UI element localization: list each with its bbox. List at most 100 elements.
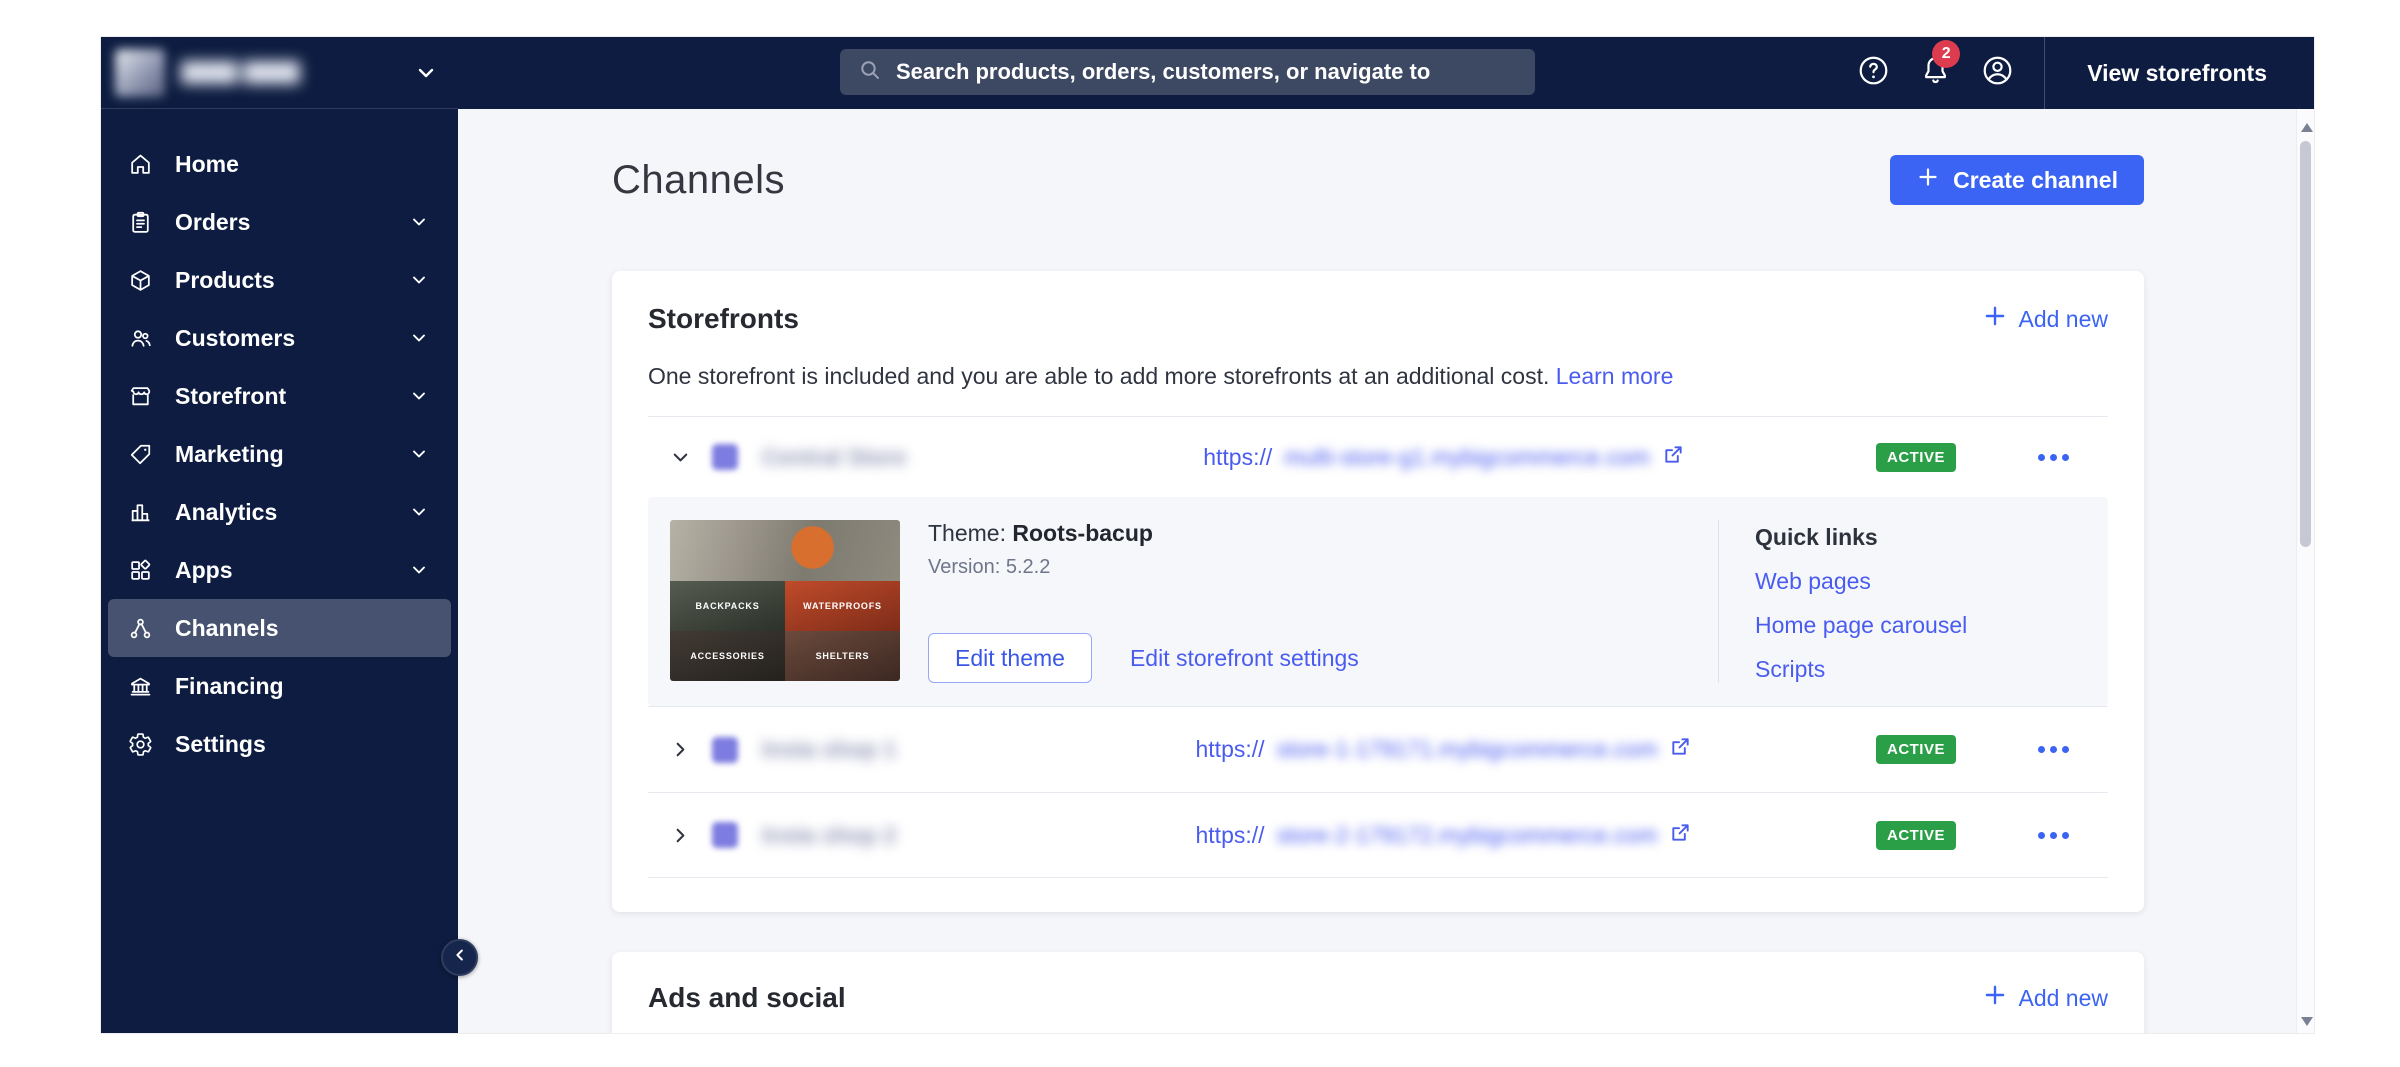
- scroll-up-arrow[interactable]: [2301, 123, 2313, 132]
- account-button[interactable]: [1966, 54, 2028, 92]
- settings-icon: [128, 732, 153, 757]
- status-badge: ACTIVE: [1876, 443, 1956, 472]
- add-new-storefront-button[interactable]: Add new: [1982, 303, 2108, 335]
- sidebar-item-storefront[interactable]: Storefront: [108, 367, 451, 425]
- sidebar-item-analytics[interactable]: Analytics: [108, 483, 451, 541]
- storefront-row: Insta shop 1 https://store-1-179171.mybi…: [648, 706, 2108, 792]
- storefront-name: Insta shop 2: [762, 822, 1054, 849]
- storefront-url-link[interactable]: https://multi-store-g1.mybigcommerce.com: [1054, 443, 1834, 472]
- storefront-name: Insta shop 1: [762, 736, 1054, 763]
- chevron-down-icon: [409, 212, 429, 232]
- sidebar-item-financing[interactable]: Financing: [108, 657, 451, 715]
- storefront-url-link[interactable]: https://store-2-179172.mybigcommerce.com: [1054, 821, 1834, 850]
- apps-icon: [128, 558, 153, 583]
- status-badge: ACTIVE: [1876, 735, 1956, 764]
- sidebar-item-marketing[interactable]: Marketing: [108, 425, 451, 483]
- storefront-row: Insta shop 2 https://store-2-179172.mybi…: [648, 792, 2108, 878]
- products-icon: [128, 268, 153, 293]
- sidebar-item-customers[interactable]: Customers: [108, 309, 451, 367]
- add-new-ads-button[interactable]: Add new: [1982, 982, 2108, 1014]
- external-link-icon: [1669, 821, 1692, 850]
- quick-link-home-page-carousel[interactable]: Home page carousel: [1755, 612, 2086, 639]
- sidebar-item-channels[interactable]: Channels: [108, 599, 451, 657]
- chevron-down-icon: [409, 328, 429, 348]
- scrollbar-thumb[interactable]: [2300, 141, 2311, 547]
- ads-and-social-title: Ads and social: [648, 982, 846, 1014]
- chevron-down-icon: [409, 560, 429, 580]
- chevron-down-icon: [414, 61, 438, 85]
- storefront-avatar: [712, 822, 738, 848]
- storefront-url-link[interactable]: https://store-1-179171.mybigcommerce.com: [1054, 735, 1834, 764]
- account-icon: [1981, 54, 2014, 92]
- view-storefronts-button[interactable]: View storefronts: [2045, 60, 2314, 87]
- chevron-left-icon: [451, 946, 469, 969]
- learn-more-link[interactable]: Learn more: [1556, 363, 1674, 389]
- scroll-down-arrow[interactable]: [2301, 1017, 2313, 1026]
- theme-thumbnail-tile: WATERPROOFS: [785, 581, 900, 631]
- sidebar-item-products[interactable]: Products: [108, 251, 451, 309]
- sidebar-item-apps[interactable]: Apps: [108, 541, 451, 599]
- storefront-row: Central Store https://multi-store-g1.myb…: [648, 416, 2108, 497]
- financing-icon: [128, 674, 153, 699]
- storefronts-card: Storefronts Add new One storefront is in…: [612, 271, 2144, 912]
- expand-row-button[interactable]: [648, 824, 712, 847]
- edit-theme-button[interactable]: Edit theme: [928, 633, 1092, 683]
- channels-icon: [128, 616, 153, 641]
- sidebar-item-orders[interactable]: Orders: [108, 193, 451, 251]
- quick-links-title: Quick links: [1755, 524, 2086, 551]
- theme-thumbnail-tile: SHELTERS: [785, 631, 900, 681]
- create-channel-button[interactable]: Create channel: [1890, 155, 2144, 205]
- row-actions-menu-button[interactable]: [1998, 746, 2108, 753]
- plus-icon: [1982, 982, 2008, 1014]
- topbar: Search products, orders, customers, or n…: [458, 37, 2314, 109]
- sidebar-item-label: Channels: [175, 615, 279, 642]
- edit-storefront-settings-link[interactable]: Edit storefront settings: [1130, 645, 1359, 672]
- vertical-scrollbar[interactable]: [2296, 109, 2314, 1033]
- page-title: Channels: [612, 158, 785, 203]
- global-search-input[interactable]: Search products, orders, customers, or n…: [840, 49, 1535, 95]
- sidebar-item-home[interactable]: Home: [108, 135, 451, 193]
- theme-name-line: Theme: Roots-bacup: [928, 520, 1718, 547]
- row-actions-menu-button[interactable]: [1998, 454, 2108, 461]
- expand-row-button[interactable]: [648, 738, 712, 761]
- store-name: ████ ████: [181, 61, 300, 84]
- store-switcher[interactable]: ████ ████: [101, 37, 458, 109]
- topbar-actions: 2 View storefronts: [1842, 37, 2314, 109]
- theme-thumbnail: BACKPACKS WATERPROOFS ACCESSORIES SHELTE…: [670, 520, 900, 681]
- sidebar-item-label: Apps: [175, 557, 233, 584]
- notifications-button[interactable]: 2: [1904, 54, 1966, 92]
- external-link-icon: [1669, 735, 1692, 764]
- sidebar-collapse-button[interactable]: [441, 939, 478, 976]
- sidebar-item-label: Orders: [175, 209, 250, 236]
- storefront-name: Central Store: [762, 444, 1054, 471]
- chevron-down-icon: [409, 444, 429, 464]
- quick-link-web-pages[interactable]: Web pages: [1755, 568, 2086, 595]
- status-badge: ACTIVE: [1876, 821, 1956, 850]
- marketing-icon: [128, 442, 153, 467]
- theme-thumbnail-tile: BACKPACKS: [670, 581, 785, 631]
- sidebar-item-label: Marketing: [175, 441, 284, 468]
- collapse-row-button[interactable]: [648, 446, 712, 469]
- sidebar-item-label: Home: [175, 151, 239, 178]
- sidebar-item-label: Products: [175, 267, 275, 294]
- plus-icon: [1982, 303, 2008, 335]
- main-content: Channels Create channel Storefronts Add …: [458, 109, 2296, 1033]
- sidebar-item-settings[interactable]: Settings: [108, 715, 451, 773]
- quick-link-scripts[interactable]: Scripts: [1755, 656, 2086, 683]
- storefronts-description: One storefront is included and you are a…: [648, 363, 2108, 390]
- orders-icon: [128, 210, 153, 235]
- help-button[interactable]: [1842, 54, 1904, 92]
- chevron-down-icon: [409, 386, 429, 406]
- quick-links: Quick links Web pages Home page carousel…: [1718, 520, 2086, 683]
- plus-icon: [1916, 165, 1940, 195]
- sidebar: ████ ████ Home Orders Products: [101, 37, 458, 1033]
- search-icon: [858, 58, 882, 87]
- home-icon: [128, 152, 153, 177]
- storefronts-title: Storefronts: [648, 303, 799, 335]
- external-link-icon: [1662, 443, 1685, 472]
- row-actions-menu-button[interactable]: [1998, 832, 2108, 839]
- help-icon: [1857, 54, 1890, 92]
- storefront-avatar: [712, 737, 738, 763]
- ads-and-social-card: Ads and social Add new: [612, 952, 2144, 1033]
- theme-panel: BACKPACKS WATERPROOFS ACCESSORIES SHELTE…: [648, 497, 2108, 706]
